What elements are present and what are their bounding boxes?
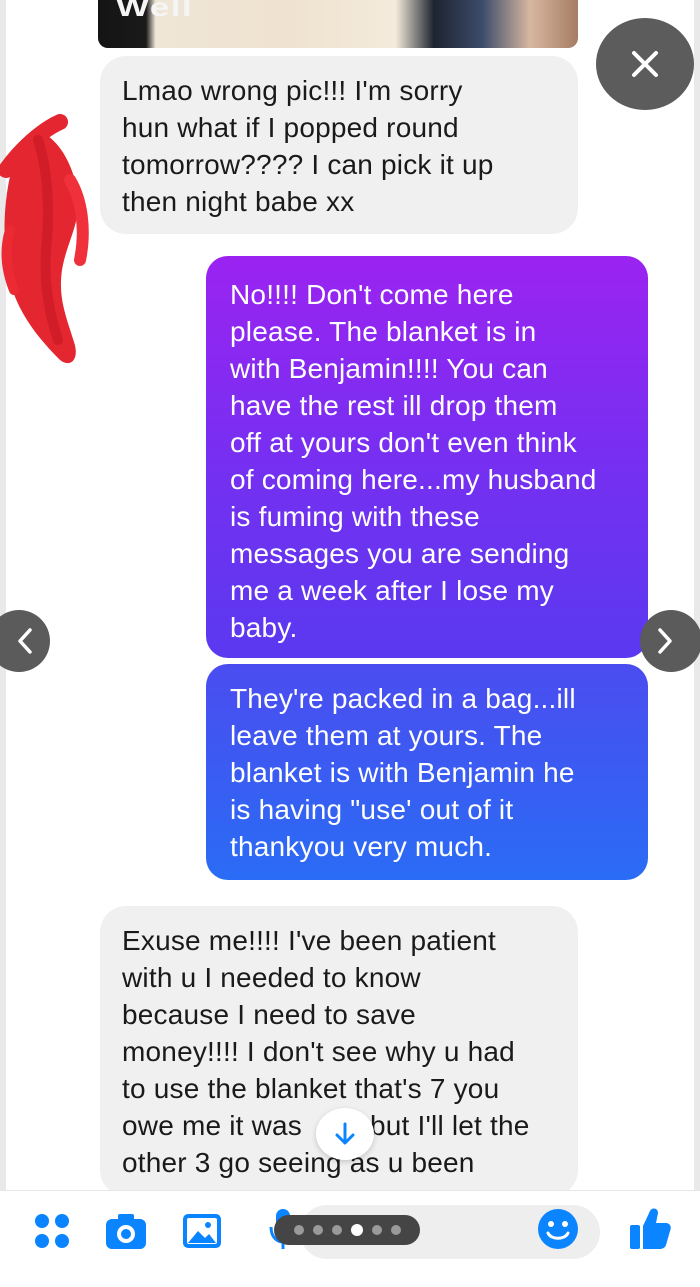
message-line: They're packed in a bag...ill [230,683,576,714]
page-dot [331,1225,342,1235]
chevron-right-icon [658,628,672,654]
page-dot-active [350,1224,363,1236]
image-icon [183,1214,221,1248]
next-image-button[interactable] [640,610,700,672]
red-redaction-scribble [0,114,89,364]
message-line: to use the blanket that's 7 you [122,1073,500,1104]
message-line: Exuse me!!!! I've been patient [122,925,497,956]
message-line: off at yours don't even think [230,427,577,458]
camera-button[interactable] [104,1209,148,1253]
message-line: No!!!! Don't come here [230,279,514,310]
message-line: have the rest ill drop them [230,390,558,421]
message-line: money!!!! I don't see why u had [122,1036,515,1067]
message-composer-bar: Aa [0,1190,700,1287]
photo-overlay-text: Well [116,0,193,22]
emoji-button[interactable] [536,1207,580,1251]
gallery-button[interactable] [180,1209,224,1253]
page-dot [371,1225,382,1235]
page-dot [390,1225,401,1235]
message-line: messages you are sending [230,538,570,569]
camera-icon [106,1214,146,1249]
message-line: thankyou very much. [230,831,493,862]
like-button[interactable] [628,1205,672,1251]
message-line: is having "use' out of it [230,794,514,825]
image-page-indicator [274,1215,420,1245]
message-line: of coming here...my husband [230,464,597,495]
thumbs-up-icon [630,1208,671,1249]
message-line: with Benjamin!!!! You can [230,353,548,384]
message-line: tomorrow???? I can pick it up [122,149,494,180]
chevron-left-icon [18,628,32,654]
messenger-screenshot-view: Well Lmao wrong pic!!! I'm sorry hun wha… [0,0,700,1287]
message-bubble-incoming[interactable]: Lmao wrong pic!!! I'm sorry hun what if … [100,56,578,234]
message-line: me a week after I lose my [230,575,555,606]
message-line: because I need to save [122,999,416,1030]
arrow-down-icon [335,1122,355,1145]
more-actions-button[interactable] [32,1211,72,1251]
message-line: leave them at yours. The [230,720,543,751]
message-line: hun what if I popped round [122,112,459,143]
page-dot [293,1225,304,1235]
message-line: blanket is with Benjamin he [230,757,575,788]
page-dot [312,1225,323,1235]
four-dots-icon [35,1214,69,1248]
close-icon [632,51,658,77]
message-line-part: but I'll let the [370,1110,530,1141]
message-line: with u I needed to know [122,962,421,993]
smiley-icon [538,1209,578,1249]
previous-image-button[interactable] [0,610,50,672]
scroll-to-bottom-button[interactable] [316,1108,374,1160]
shared-photo-preview[interactable]: Well [98,0,578,48]
message-line: baby. [230,612,298,643]
message-line: please. The blanket is in [230,316,537,347]
message-bubble-outgoing[interactable]: They're packed in a bag...ill leave them… [206,664,648,880]
message-line: is fuming with these [230,501,480,532]
message-line: then night babe xx [122,186,355,217]
close-button[interactable] [596,18,694,110]
message-line: Lmao wrong pic!!! I'm sorry [122,75,463,106]
message-bubble-outgoing[interactable]: No!!!! Don't come here please. The blank… [206,256,648,658]
message-line-part: owe me it was [122,1110,302,1141]
